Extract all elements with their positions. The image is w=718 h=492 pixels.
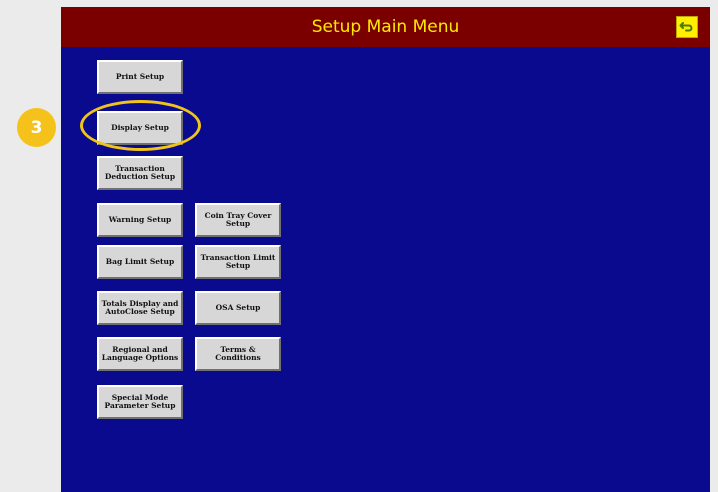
totals-display-autoclose-setup-button[interactable]: Totals Display and AutoClose Setup [97, 291, 183, 325]
transaction-deduction-setup-button[interactable]: Transaction Deduction Setup [97, 156, 183, 190]
coin-tray-cover-setup-button[interactable]: Coin Tray Cover Setup [195, 203, 281, 237]
setup-screen: Setup Main Menu Print Setup Display Setu… [61, 7, 710, 492]
print-setup-button[interactable]: Print Setup [97, 60, 183, 94]
regional-language-options-button[interactable]: Regional and Language Options [97, 337, 183, 371]
back-button[interactable] [676, 16, 698, 38]
terms-conditions-button[interactable]: Terms & Conditions [195, 337, 281, 371]
transaction-limit-setup-button[interactable]: Transaction Limit Setup [195, 245, 281, 279]
step-number-badge: 3 [17, 108, 56, 147]
title-bar: Setup Main Menu [61, 7, 710, 47]
return-arrow-icon [679, 22, 693, 32]
osa-setup-button[interactable]: OSA Setup [195, 291, 281, 325]
page-title: Setup Main Menu [311, 17, 460, 37]
display-setup-button[interactable]: Display Setup [97, 111, 183, 145]
bag-limit-setup-button[interactable]: Bag Limit Setup [97, 245, 183, 279]
warning-setup-button[interactable]: Warning Setup [97, 203, 183, 237]
special-mode-parameter-setup-button[interactable]: Special Mode Parameter Setup [97, 385, 183, 419]
